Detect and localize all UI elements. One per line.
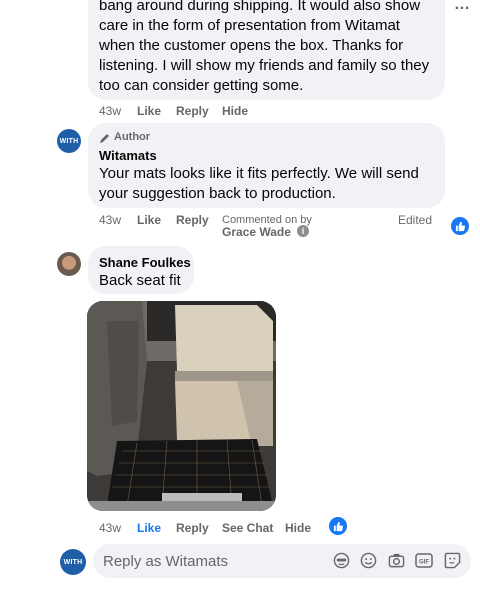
reply-button[interactable]: Reply	[176, 104, 209, 118]
svg-text:GIF: GIF	[419, 560, 429, 566]
reply-button[interactable]: Reply	[176, 521, 209, 535]
hide-button[interactable]: Hide	[285, 521, 311, 535]
commenter-name[interactable]: Witamats	[99, 148, 157, 164]
comment-text: Your mats looks like it fits perfectly. …	[99, 165, 419, 202]
avatar[interactable]	[57, 252, 81, 276]
sticker-icon[interactable]	[444, 552, 461, 574]
commenter-name[interactable]: Shane Foulkes	[99, 255, 191, 271]
emoji-icon[interactable]	[360, 552, 377, 574]
like-button[interactable]: Like	[137, 521, 161, 535]
comment-bubble: bang around during shipping. It would al…	[88, 0, 445, 100]
camera-icon[interactable]	[388, 552, 405, 574]
like-reaction-badge[interactable]	[329, 517, 347, 535]
commenter-link[interactable]: Grace Wade	[222, 225, 291, 239]
see-chat-button[interactable]: See Chat	[222, 521, 273, 535]
comment-text: bang around during shipping. It would al…	[99, 0, 430, 94]
avatar[interactable]: WITH	[57, 129, 81, 153]
comment-photo[interactable]	[87, 301, 276, 511]
comment-timestamp[interactable]: 43w	[99, 104, 121, 118]
avatar-sticker-icon[interactable]	[333, 552, 350, 574]
composer-avatar[interactable]: WITH	[60, 549, 86, 575]
like-button[interactable]: Like	[137, 213, 161, 227]
hide-button[interactable]: Hide	[222, 104, 248, 118]
thumbs-up-icon	[455, 221, 465, 231]
info-icon[interactable]: i	[297, 225, 309, 237]
thumbs-up-icon	[333, 521, 343, 531]
comment-timestamp[interactable]: 43w	[99, 521, 121, 535]
more-options-button[interactable]: …	[454, 0, 470, 14]
author-badge: Author	[114, 131, 151, 143]
like-reaction-badge[interactable]	[451, 217, 469, 235]
edited-label[interactable]: Edited	[398, 213, 432, 227]
comment-bubble: Shane Foulkes Back seat fit	[88, 246, 194, 294]
pen-icon	[99, 131, 111, 143]
comment-text: Back seat fit	[99, 272, 181, 289]
comment-bubble: Author Witamats Your mats looks like it …	[88, 123, 445, 208]
reply-input[interactable]: Reply as Witamats	[103, 553, 228, 570]
reply-composer[interactable]: Reply as Witamats GIF	[93, 544, 471, 578]
reply-button[interactable]: Reply	[176, 213, 209, 227]
comment-timestamp[interactable]: 43w	[99, 213, 121, 227]
like-button[interactable]: Like	[137, 104, 161, 118]
gif-icon[interactable]: GIF	[415, 552, 433, 574]
